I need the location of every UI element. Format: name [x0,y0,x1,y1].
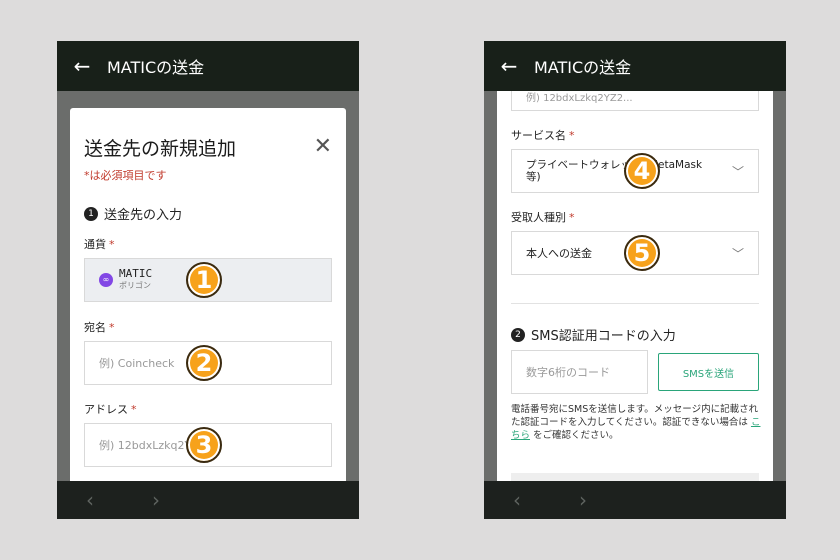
sms-code-placeholder: 数字6桁のコード [526,366,610,379]
currency-label-text: 通貨 [84,238,106,251]
sms-code-input[interactable]: 数字6桁のコード [511,350,648,394]
annotation-marker-1: 1 [186,262,222,298]
note-text-end: をご確認ください。 [530,430,619,441]
close-icon[interactable]: ✕ [314,134,332,159]
chevron-down-icon: ﹀ [731,165,744,179]
page-title: MATICの送金 [107,58,205,77]
send-sms-button[interactable]: SMSを送信 [658,353,759,391]
recipient-type-label: 受取人種別 * [511,209,575,225]
required-note: *は必須項目です [84,169,167,182]
browser-nav-bar: ‹ › [57,481,359,519]
service-value-line2: 等) [526,171,541,183]
address-label: アドレス * [84,401,137,417]
required-star: * [131,403,137,416]
currency-label: 通貨 * [84,236,115,252]
recipient-placeholder: 例) Coincheck [99,357,175,370]
annotation-marker-3: 3 [186,427,222,463]
step-1-heading: 1 送金先の入力 [84,204,182,223]
service-label-text: サービス名 [511,129,566,142]
step-number-badge: 2 [511,327,525,342]
nav-forward-icon[interactable]: › [123,488,189,512]
nav-back-icon[interactable]: ‹ [484,488,550,512]
browser-nav-bar: ‹ › [484,481,786,519]
service-label: サービス名 * [511,127,575,143]
required-star: * [109,321,115,334]
address-placeholder: 例) 12bdxLzkq2YZ2... [526,93,633,104]
step-label: SMS認証用コードの入力 [531,329,676,344]
modal-title: 送金先の新規追加 [84,138,237,160]
chevron-down-icon: ﹀ [731,247,744,261]
app-bar: ← MATICの送金 [484,41,786,91]
required-star: * [109,238,115,251]
step-2-heading: 2 SMS認証用コードの入力 [511,325,676,344]
divider [511,303,759,304]
nav-forward-icon[interactable]: › [550,488,616,512]
step-label: 送金先の入力 [104,208,183,223]
left-phone-screen: ← MATICの送金 送金先の新規追加 ✕ *は必須項目です 1 送金先の入力 … [57,41,359,519]
currency-symbol: MATIC [119,267,153,280]
annotation-marker-4: 4 [624,153,660,189]
service-value-line1: プライベートウォレット (MetaMask [526,159,703,171]
recipient-label: 宛名 * [84,319,115,335]
recipient-type-label-text: 受取人種別 [511,211,566,224]
required-star: * [569,129,575,142]
annotation-marker-2: 2 [186,345,222,381]
back-arrow-icon[interactable]: ← [484,54,534,78]
right-phone-screen: ← MATICの送金 例) 12bdxLzkq2YZ2... サービス名 * プラ… [484,41,786,519]
step-number-badge: 1 [84,206,98,221]
recipient-label-text: 宛名 [84,321,106,334]
add-destination-form: 例) 12bdxLzkq2YZ2... サービス名 * プライベートウォレット (… [497,83,773,483]
required-star: * [569,211,575,224]
sms-help-note: 電話番号宛にSMSを送信します。メッセージ内に記載された認証コードを入力してくだ… [511,403,763,442]
matic-icon: ∞ [99,273,113,287]
currency-name: ポリゴン [119,281,151,290]
back-arrow-icon[interactable]: ← [57,54,107,78]
nav-back-icon[interactable]: ‹ [57,488,123,512]
app-bar: ← MATICの送金 [57,41,359,91]
add-destination-modal: 送金先の新規追加 ✕ *は必須項目です 1 送金先の入力 通貨 * ∞ MATIC… [70,108,346,481]
note-text: 電話番号宛にSMSを送信します。メッセージ内に記載された認証コードを入力してくだ… [511,404,759,428]
address-placeholder: 例) 12bdxLzkq2Y [99,439,192,452]
address-label-text: アドレス [84,403,128,416]
annotation-marker-5: 5 [624,235,660,271]
recipient-type-value: 本人への送金 [526,247,592,260]
page-title: MATICの送金 [534,58,632,77]
